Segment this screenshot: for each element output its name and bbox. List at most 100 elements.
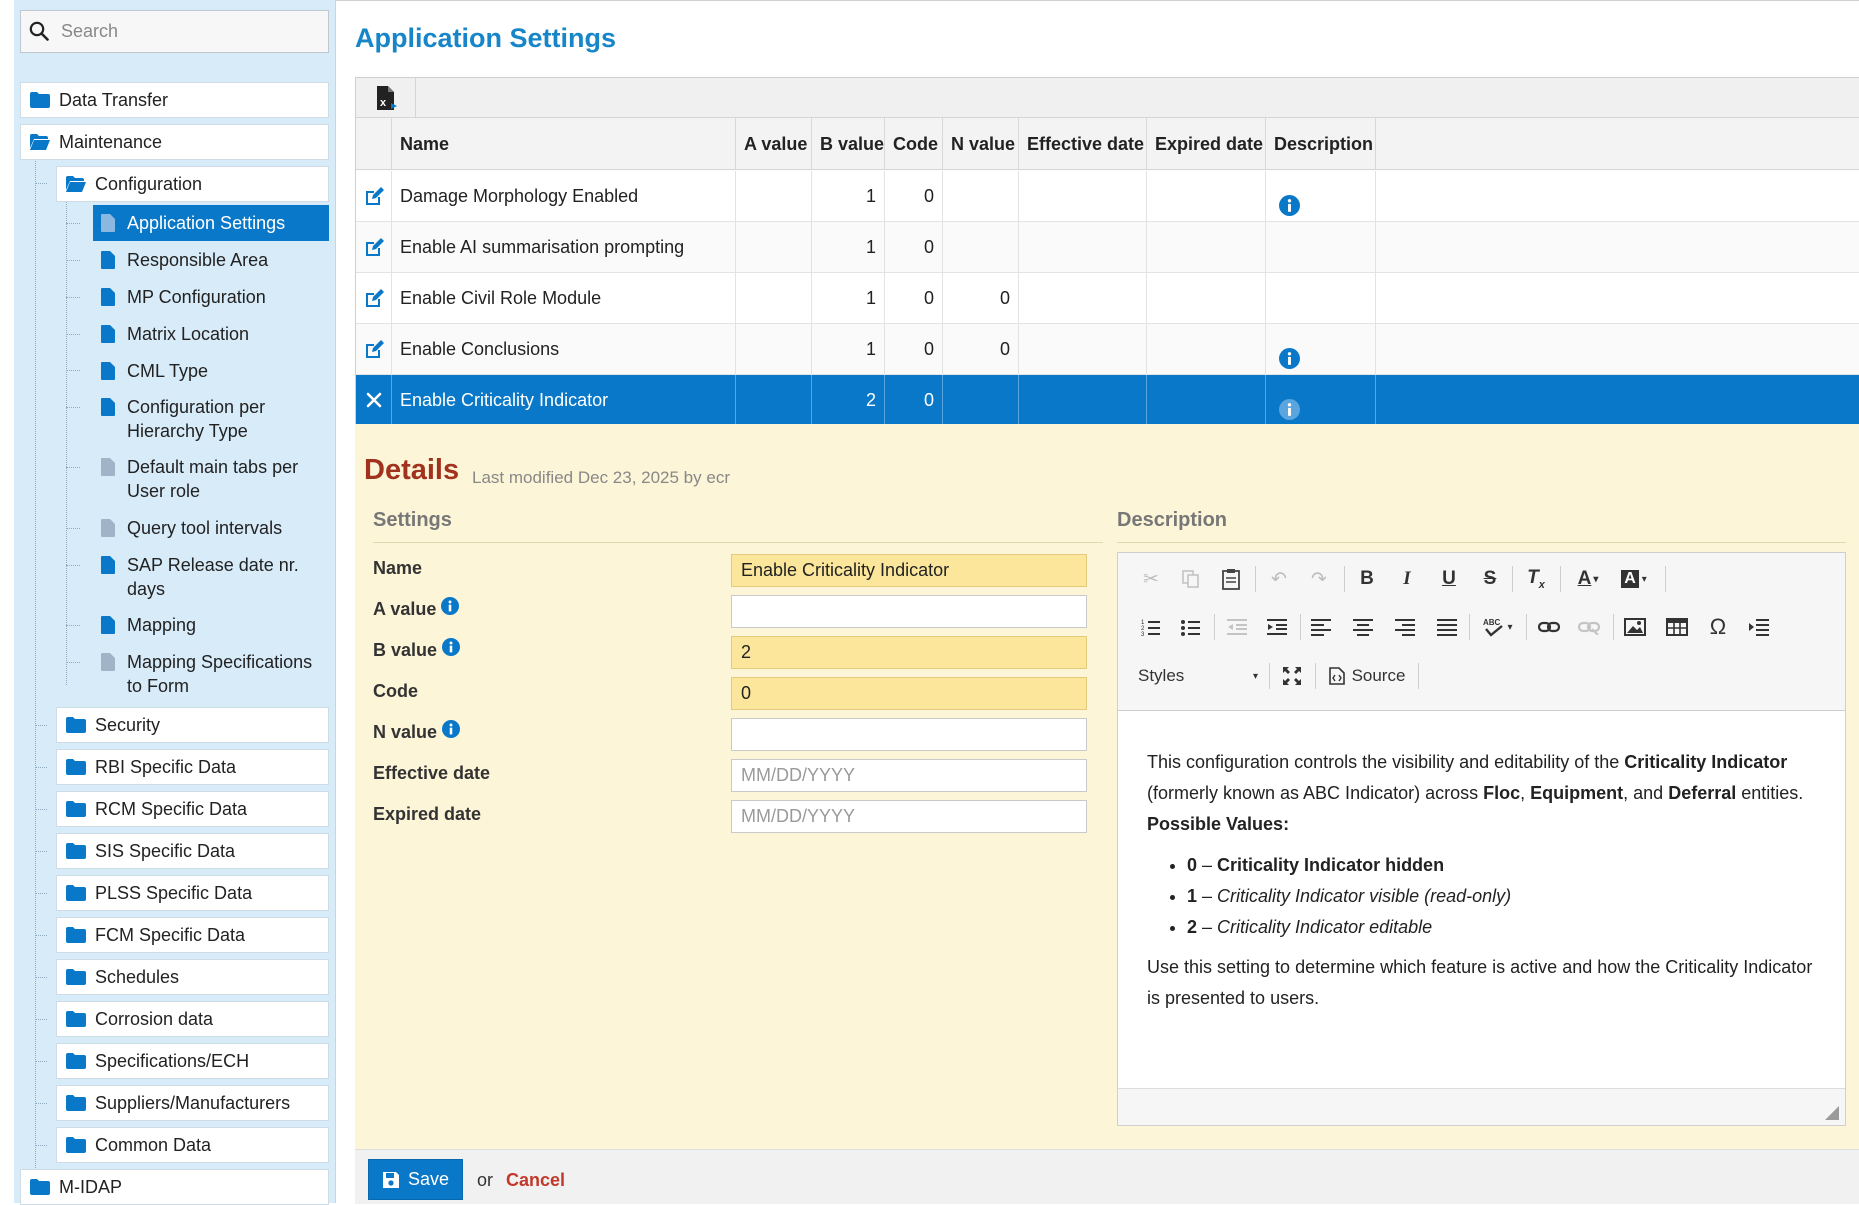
column-header-n-value[interactable]: N value xyxy=(943,118,1019,170)
tree-node-corrosion-data[interactable]: Corrosion data xyxy=(56,1001,329,1037)
info-icon[interactable] xyxy=(1279,195,1300,216)
document-icon xyxy=(101,398,115,416)
table-button[interactable] xyxy=(1662,612,1692,642)
tree-node-security[interactable]: Security xyxy=(56,707,329,743)
tree-leaf-configuration-per-hierarchy-type[interactable]: Configuration per Hierarchy Type xyxy=(93,395,329,443)
field-label-text: B value xyxy=(373,640,438,660)
tree-node-maintenance[interactable]: Maintenance xyxy=(20,124,329,160)
tree-node-rbi-specific-data[interactable]: RBI Specific Data xyxy=(56,749,329,785)
tree-leaf-default-main-tabs[interactable]: Default main tabs per User role xyxy=(93,455,329,503)
page-break-button[interactable] xyxy=(1744,612,1774,642)
effective-date-field[interactable] xyxy=(731,759,1087,792)
tree-node-rcm-specific-data[interactable]: RCM Specific Data xyxy=(56,791,329,827)
editor-content[interactable]: This configuration controls the visibili… xyxy=(1118,711,1845,1089)
close-row-button[interactable] xyxy=(356,375,392,425)
cancel-link[interactable]: Cancel xyxy=(506,1170,565,1191)
column-header-b-value[interactable]: B value xyxy=(812,118,885,170)
edit-button[interactable] xyxy=(356,171,392,222)
align-left-button[interactable] xyxy=(1308,612,1334,642)
table-row[interactable]: Enable AI summarisation prompting 1 0 xyxy=(356,222,1859,273)
numbered-list-button[interactable]: 123 xyxy=(1138,612,1164,642)
edit-button[interactable] xyxy=(356,222,392,273)
tree-node-label: PLSS Specific Data xyxy=(95,882,253,903)
tree-leaf-mp-configuration[interactable]: MP Configuration xyxy=(93,285,329,309)
tree-leaf-sap-release-date[interactable]: SAP Release date nr. days xyxy=(93,553,329,601)
info-icon[interactable] xyxy=(1279,348,1300,369)
justify-button[interactable] xyxy=(1434,612,1460,642)
table-row[interactable]: Damage Morphology Enabled 1 0 xyxy=(356,171,1859,222)
tree-leaf-query-tool-intervals[interactable]: Query tool intervals xyxy=(93,516,329,540)
table-row-selected[interactable]: Enable Criticality Indicator 2 0 xyxy=(356,375,1859,425)
column-header-code[interactable]: Code xyxy=(885,118,943,170)
column-header-effective-date[interactable]: Effective date xyxy=(1019,118,1147,170)
n-value-field[interactable] xyxy=(731,718,1087,751)
underline-button[interactable]: U xyxy=(1436,564,1462,594)
tree-node-suppliers-manufacturers[interactable]: Suppliers/Manufacturers xyxy=(56,1085,329,1121)
info-icon[interactable] xyxy=(442,637,461,656)
tree-node-specifications-ech[interactable]: Specifications/ECH xyxy=(56,1043,329,1079)
tree-node-plss-specific-data[interactable]: PLSS Specific Data xyxy=(56,875,329,911)
resize-handle-icon[interactable] xyxy=(1825,1106,1839,1120)
source-button[interactable]: Source xyxy=(1324,661,1410,691)
table-row[interactable]: Enable Civil Role Module 1 0 0 xyxy=(356,273,1859,324)
tree-leaf-responsible-area[interactable]: Responsible Area xyxy=(93,248,329,272)
edit-button[interactable] xyxy=(356,273,392,324)
tree-node-sis-specific-data[interactable]: SIS Specific Data xyxy=(56,833,329,869)
expired-date-field[interactable] xyxy=(731,800,1087,833)
strikethrough-button[interactable]: S xyxy=(1477,564,1503,594)
column-header-name[interactable]: Name xyxy=(392,118,736,170)
unlink-button[interactable] xyxy=(1574,612,1604,642)
bold-button[interactable]: B xyxy=(1354,564,1380,594)
save-button[interactable]: Save xyxy=(368,1159,463,1200)
background-color-button[interactable]: A ▾ xyxy=(1614,564,1654,594)
styles-dropdown[interactable]: Styles ▾ xyxy=(1138,661,1258,691)
search-icon xyxy=(29,21,49,41)
cell-a-value xyxy=(736,375,812,425)
a-value-field[interactable] xyxy=(731,595,1087,628)
paste-button[interactable] xyxy=(1218,564,1244,594)
tree-node-schedules[interactable]: Schedules xyxy=(56,959,329,995)
tree-node-m-idap[interactable]: M-IDAP xyxy=(20,1169,329,1205)
b-value-field[interactable] xyxy=(731,636,1087,669)
special-char-button[interactable]: Ω xyxy=(1703,612,1733,642)
search-input[interactable] xyxy=(61,11,321,52)
column-header-a-value[interactable]: A value xyxy=(736,118,812,170)
remove-format-button[interactable]: Tx xyxy=(1522,564,1550,594)
column-header-expired-date[interactable]: Expired date xyxy=(1147,118,1266,170)
tree-leaf-mapping[interactable]: Mapping xyxy=(93,613,329,637)
align-right-button[interactable] xyxy=(1392,612,1418,642)
cut-button[interactable]: ✂ xyxy=(1138,564,1164,594)
column-header-description[interactable]: Description xyxy=(1266,118,1376,170)
tree-leaf-application-settings[interactable]: Application Settings xyxy=(93,205,329,241)
tree-leaf-mapping-specifications[interactable]: Mapping Specifications to Form xyxy=(93,650,329,698)
info-icon[interactable] xyxy=(1279,399,1300,420)
maximize-button[interactable] xyxy=(1278,661,1306,691)
tree-leaf-matrix-location[interactable]: Matrix Location xyxy=(93,322,329,346)
folder-icon xyxy=(30,1179,50,1195)
excel-export-button[interactable]: x xyxy=(356,78,416,118)
tree-node-configuration[interactable]: Configuration xyxy=(56,166,329,202)
info-icon[interactable] xyxy=(441,596,460,615)
tree-node-fcm-specific-data[interactable]: FCM Specific Data xyxy=(56,917,329,953)
copy-button[interactable] xyxy=(1178,564,1204,594)
link-button[interactable] xyxy=(1534,612,1564,642)
bulleted-list-button[interactable] xyxy=(1178,612,1204,642)
tree-node-common-data[interactable]: Common Data xyxy=(56,1127,329,1163)
tree-leaf-cml-type[interactable]: CML Type xyxy=(93,359,329,383)
code-field[interactable] xyxy=(731,677,1087,710)
spell-check-button[interactable]: ABC ▾ xyxy=(1478,612,1518,642)
edit-button[interactable] xyxy=(356,324,392,375)
undo-button[interactable]: ↶ xyxy=(1266,564,1292,594)
info-icon[interactable] xyxy=(442,719,461,738)
redo-button[interactable]: ↷ xyxy=(1306,564,1332,594)
image-button[interactable] xyxy=(1620,612,1650,642)
tree-node-data-transfer[interactable]: Data Transfer xyxy=(20,82,329,118)
folder-icon xyxy=(30,92,50,108)
text-color-button[interactable]: A ▾ xyxy=(1570,564,1606,594)
increase-indent-button[interactable] xyxy=(1264,612,1290,642)
name-field[interactable] xyxy=(731,554,1087,587)
table-row[interactable]: Enable Conclusions 1 0 0 xyxy=(356,324,1859,375)
italic-button[interactable]: I xyxy=(1394,564,1420,594)
decrease-indent-button[interactable] xyxy=(1224,612,1250,642)
align-center-button[interactable] xyxy=(1350,612,1376,642)
